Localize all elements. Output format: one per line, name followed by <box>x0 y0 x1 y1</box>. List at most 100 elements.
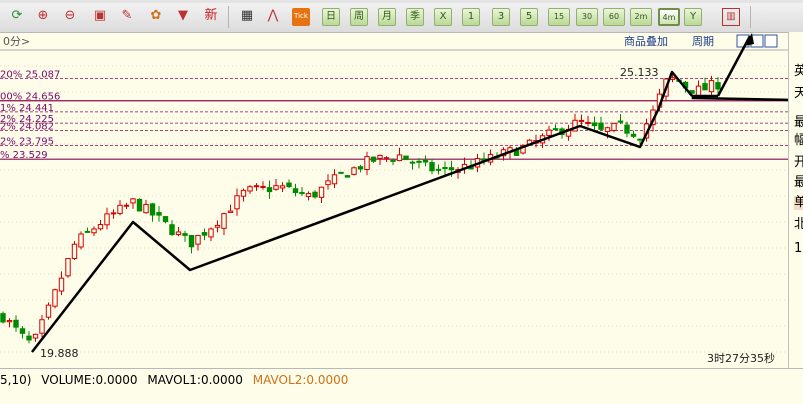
right-panel-label-7: 北 <box>794 218 803 232</box>
zoom-in-icon[interactable]: ⊕ <box>34 8 52 26</box>
right-panel-label-4: 开 <box>794 156 803 170</box>
period-button-3[interactable]: 季 <box>406 8 424 26</box>
candle-down <box>286 182 292 188</box>
candle-up <box>52 289 58 307</box>
draw-pen-icon[interactable]: ✎ <box>118 8 136 26</box>
candle-down <box>370 156 377 162</box>
refresh-icon[interactable]: ⟳ <box>8 8 26 26</box>
window-icon[interactable]: ▣ <box>91 8 109 26</box>
zoom-out-icon[interactable]: ⊖ <box>61 8 79 26</box>
candle-up <box>97 224 104 230</box>
candle-up <box>253 185 260 188</box>
palette-icon[interactable]: ✿ <box>147 8 165 26</box>
fib-label-5: 2% 23.795 <box>0 136 54 147</box>
candle-up <box>585 121 591 124</box>
right-panel-label-1: 天 <box>794 87 803 101</box>
new-icon[interactable]: 新 <box>202 8 220 26</box>
period-button-10[interactable]: 60 <box>603 8 625 26</box>
candle-up <box>377 154 383 159</box>
period-button-13[interactable]: Y <box>684 8 702 26</box>
table-icon[interactable]: ▦ <box>238 8 256 26</box>
period-button-5[interactable]: 1 <box>462 8 480 26</box>
candle-up <box>110 212 117 215</box>
candle-up <box>65 258 71 277</box>
candle-up <box>143 203 149 214</box>
candle-up <box>221 213 227 229</box>
period-button-0[interactable]: 日 <box>322 8 340 26</box>
trend-polyline <box>31 70 693 353</box>
candle-down <box>624 124 630 134</box>
candle-up <box>208 228 214 238</box>
period-button-12[interactable]: 4m <box>658 8 680 26</box>
candle-down <box>702 83 708 91</box>
candle-down <box>13 319 19 328</box>
horizontal-arrow-line <box>691 96 788 102</box>
period-button-2[interactable]: 月 <box>378 8 396 26</box>
filter-icon[interactable]: ▼ <box>174 8 192 26</box>
low-price-label: 19.888 <box>40 347 79 360</box>
volume-label: VOLUME:0.0000 <box>41 373 138 387</box>
candle-up <box>91 228 97 234</box>
candle-up <box>6 320 13 323</box>
period-button-1[interactable]: 周 <box>350 8 368 26</box>
period-button-8[interactable]: 15 <box>548 8 570 26</box>
overlay-button[interactable]: 商品叠加 <box>624 34 668 48</box>
candle-up <box>240 189 247 197</box>
candle-down <box>357 166 364 170</box>
candle-down <box>429 162 435 172</box>
period-button-11[interactable]: 2m <box>630 8 652 26</box>
candle-up <box>214 224 221 228</box>
candle-up <box>331 174 338 185</box>
candle-up <box>175 231 182 236</box>
candle-up <box>130 198 136 204</box>
candle-up <box>39 319 45 334</box>
candle-up <box>604 127 611 132</box>
mavol1-label: MAVOL1:0.0000 <box>147 373 243 387</box>
right-panel-label-8: 1 <box>794 241 803 256</box>
right-panel-label-0: 英 <box>794 65 803 79</box>
period-button-7[interactable]: 5 <box>520 8 538 26</box>
fib-label-2: 1% 24.441 <box>0 103 54 114</box>
indicator-params: 5,10) <box>0 373 32 387</box>
candle-down <box>715 82 721 90</box>
candle-down <box>19 328 26 334</box>
candlestick-chart[interactable]: 0分> 商品叠加 周期 20% 25.087 00% 24.6561% 24.441 2%… <box>0 32 788 368</box>
period-button-6[interactable]: 3 <box>492 8 510 26</box>
nav-button-2[interactable] <box>764 34 778 48</box>
candle-up <box>708 80 715 93</box>
candle-up <box>383 157 390 160</box>
candle-up <box>279 185 286 189</box>
candle-up <box>305 193 312 197</box>
period-button-4[interactable]: X <box>434 8 452 26</box>
candle-down <box>598 122 604 130</box>
candle-up <box>32 333 39 339</box>
candle-up <box>611 122 617 131</box>
candle-down <box>0 313 6 323</box>
trend-icon[interactable]: ⋀ <box>264 8 282 26</box>
candle-down <box>448 167 455 171</box>
candle-down <box>591 122 598 127</box>
candle-up <box>364 156 370 170</box>
candle-down <box>442 167 448 170</box>
candle-up <box>234 195 240 210</box>
candle-up <box>227 210 234 213</box>
candle-down <box>169 224 175 235</box>
candle-down <box>630 133 637 137</box>
layout-icon[interactable]: ▥ <box>722 8 740 26</box>
candle-down <box>136 198 143 212</box>
candle-down <box>422 159 429 163</box>
candle-down <box>617 120 624 123</box>
high-price-label: 25.133 <box>620 66 659 79</box>
candle-down <box>84 230 91 233</box>
tick-button[interactable]: Tick <box>292 8 310 26</box>
fib-label-4: 2% 24.082 <box>0 122 54 133</box>
candle-up <box>260 185 266 188</box>
cycle-button[interactable]: 周期 <box>692 35 714 48</box>
time-label: 3时27分35秒 <box>707 351 775 365</box>
toolbar-separator <box>750 6 751 28</box>
candle-up <box>104 213 110 226</box>
period-button-9[interactable]: 30 <box>576 8 598 26</box>
candle-up <box>546 129 552 136</box>
candle-down <box>188 234 195 248</box>
candle-down <box>149 203 156 216</box>
